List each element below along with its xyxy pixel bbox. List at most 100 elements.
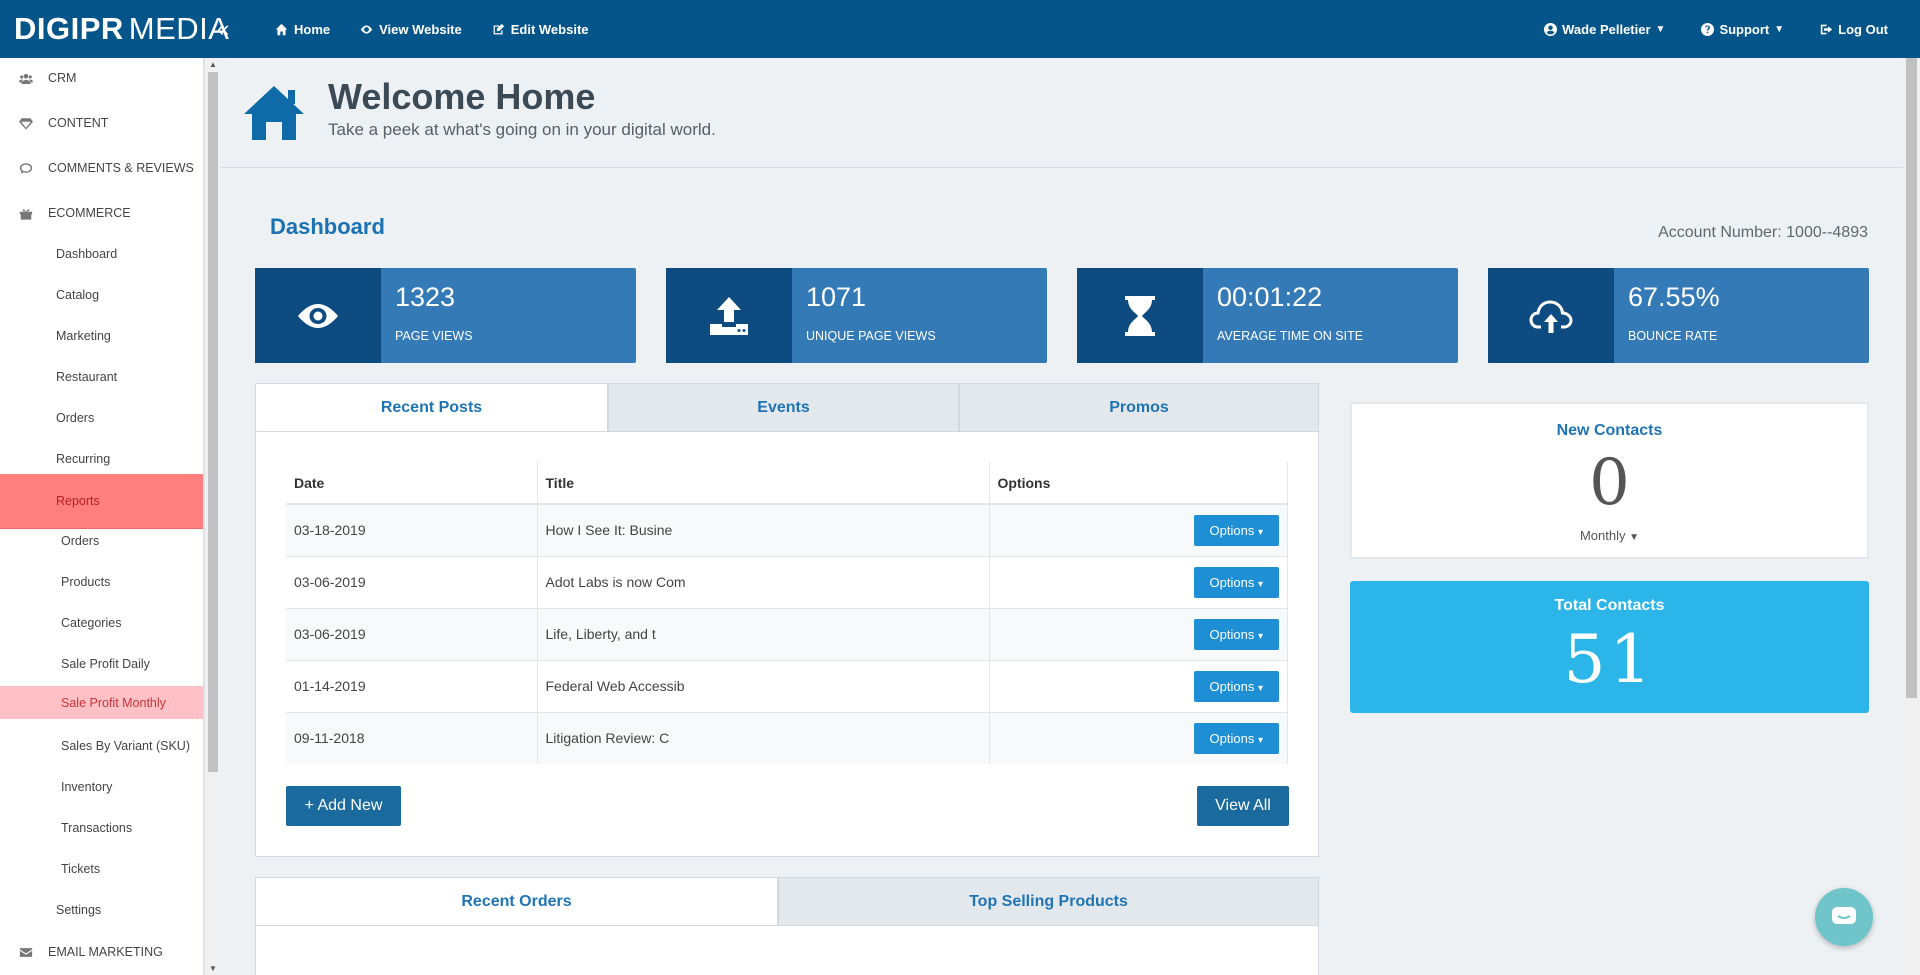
sidebar-item-restaurant[interactable]: Restaurant <box>0 357 203 397</box>
sidebar-item-content[interactable]: CONTENT <box>0 103 203 143</box>
options-label: Options <box>1209 522 1255 538</box>
sidebar-item-catalog[interactable]: Catalog <box>0 275 203 315</box>
sidebar-item-label: CRM <box>48 71 77 85</box>
sidebar-item-email-marketing[interactable]: EMAIL MARKETING <box>0 932 203 972</box>
add-new-button[interactable]: + Add New <box>286 786 401 826</box>
sidebar-item-inventory[interactable]: Inventory <box>0 767 203 807</box>
post-date: 01-14-2019 <box>286 659 538 712</box>
sidebar-item-label: Marketing <box>56 329 111 343</box>
brand-logo[interactable]: DIGIPR MEDIA <box>0 0 229 58</box>
sidebar-item-label: EMAIL MARKETING <box>48 945 163 959</box>
sidebar-item-categories[interactable]: Categories <box>0 603 203 643</box>
sidebar-item-comments-reviews[interactable]: COMMENTS & REVIEWS <box>0 148 203 188</box>
chevron-down-icon: ▼ <box>1774 23 1785 35</box>
nav-home[interactable]: Home <box>275 22 330 37</box>
sidebar-item-sales-by-variant[interactable]: Sales By Variant (SKU) <box>0 726 203 766</box>
sidebar-scroll-thumb[interactable] <box>208 72 218 772</box>
page-scrollbar[interactable] <box>1903 58 1920 975</box>
stat-card-page-views: 1323 PAGE VIEWS <box>255 268 636 363</box>
tab-top-selling-products[interactable]: Top Selling Products <box>778 877 1319 926</box>
sidebar-item-sale-profit-daily[interactable]: Sale Profit Daily <box>0 644 203 684</box>
chat-widget-button[interactable] <box>1815 888 1873 946</box>
total-contacts-count: 51 <box>1563 621 1656 698</box>
tab-promos[interactable]: Promos <box>959 383 1319 432</box>
post-title[interactable]: Adot Labs is now Com <box>537 555 990 608</box>
page-header: Welcome Home Take a peek at what's going… <box>220 58 1903 168</box>
options-dropdown-button[interactable]: Options ▾ <box>1193 566 1279 598</box>
options-dropdown-button[interactable]: Options ▾ <box>1193 514 1279 546</box>
sidebar-item-label: Orders <box>56 411 95 425</box>
sidebar-item-settings[interactable]: Settings <box>0 890 203 930</box>
account-number: Account Number: 1000--4893 <box>1658 224 1868 241</box>
sidebar-item-label: Catalog <box>56 288 100 302</box>
post-title[interactable]: Litigation Review: C <box>537 711 990 764</box>
sidebar-item-crm[interactable]: CRM <box>0 58 203 98</box>
support-menu[interactable]: Support ▼ <box>1701 22 1784 37</box>
logout-button[interactable]: Log Out <box>1820 22 1888 37</box>
caret-down-icon: ▾ <box>1257 526 1263 538</box>
sidebar-item-marketing[interactable]: Marketing <box>0 316 203 356</box>
logout-icon <box>1820 24 1833 34</box>
scroll-up-arrow[interactable]: ▲ <box>209 60 217 69</box>
home-icon <box>275 23 288 35</box>
sidebar-item-transactions[interactable]: Transactions <box>0 808 203 848</box>
sidebar-item-label: Tickets <box>61 862 101 876</box>
sidebar-item-label: Settings <box>56 903 102 917</box>
options-dropdown-button[interactable]: Options ▾ <box>1193 722 1279 754</box>
new-contacts-count: 0 <box>1589 446 1630 520</box>
sidebar-item-label: Dashboard <box>56 247 118 261</box>
caret-down-icon: ▾ <box>1257 734 1263 746</box>
total-contacts-widget: Total Contacts 51 <box>1350 581 1869 713</box>
stat-card-average-time: 00:01:22 AVERAGE TIME ON SITE <box>1077 268 1458 363</box>
recent-orders-panel <box>255 925 1319 975</box>
options-label: Options <box>1209 678 1255 694</box>
recent-posts-panel: Date Title Options 03-18-2019 How I See … <box>255 431 1319 857</box>
caret-down-icon: ▾ <box>1257 578 1263 590</box>
post-title[interactable]: Life, Liberty, and t <box>537 607 990 660</box>
sidebar-item-label: Sale Profit Monthly <box>61 695 166 710</box>
period-select[interactable]: Monthly ▼ <box>1352 528 1867 543</box>
post-date: 03-06-2019 <box>286 607 538 660</box>
user-menu[interactable]: Wade Pelletier ▼ <box>1544 22 1665 37</box>
sidebar-item-label: Recurring <box>56 452 111 466</box>
sidebar-item-orders[interactable]: Orders <box>0 398 203 438</box>
options-dropdown-button[interactable]: Options ▾ <box>1193 670 1279 702</box>
column-header-title: Title <box>537 462 990 505</box>
sidebar-item-sale-profit-monthly[interactable]: Sale Profit Monthly <box>0 686 203 719</box>
sidebar-item-tickets[interactable]: Tickets <box>0 849 203 889</box>
top-right-menu: Wade Pelletier ▼ Support ▼ Log Out <box>1544 0 1888 58</box>
collapse-sidebar-button[interactable]: « <box>217 16 247 42</box>
stat-label: PAGE VIEWS <box>395 329 473 343</box>
sidebar-item-dashboard[interactable]: Dashboard <box>0 234 203 274</box>
sidebar-item-label: Reports <box>56 494 100 508</box>
tab-recent-orders[interactable]: Recent Orders <box>255 877 778 926</box>
stat-value: 1071 <box>806 282 867 312</box>
sidebar-item-products[interactable]: Products <box>0 562 203 602</box>
dashboard-title: Dashboard <box>270 214 385 239</box>
stat-value: 67.55% <box>1628 282 1720 312</box>
sidebar-item-recurring[interactable]: Recurring <box>0 439 203 479</box>
options-label: Options <box>1209 574 1255 590</box>
sidebar-item-ecommerce[interactable]: ECOMMERCE <box>0 193 203 233</box>
view-all-button[interactable]: View All <box>1197 786 1289 826</box>
stat-card-bounce-rate: 67.55% BOUNCE RATE <box>1488 268 1869 363</box>
chevron-down-icon: ▼ <box>1655 23 1666 35</box>
caret-down-icon: ▾ <box>1257 630 1263 642</box>
sidebar-item-label: Restaurant <box>56 370 118 384</box>
user-circle-icon <box>1544 22 1558 36</box>
post-title[interactable]: How I See It: Busine <box>537 503 990 556</box>
page-scroll-thumb[interactable] <box>1906 58 1917 698</box>
nav-view-website[interactable]: View Website <box>360 22 462 37</box>
sidebar-item-label: ECOMMERCE <box>48 206 131 220</box>
scroll-down-arrow[interactable]: ▼ <box>209 964 217 973</box>
sidebar-scrollbar[interactable]: ▲ ▼ <box>204 58 220 975</box>
sidebar-item-label: COMMENTS & REVIEWS <box>48 161 194 175</box>
tab-recent-posts[interactable]: Recent Posts <box>255 383 608 432</box>
tab-events[interactable]: Events <box>608 383 959 432</box>
nav-edit-website[interactable]: Edit Website <box>492 22 589 37</box>
post-options-cell: Options ▾ <box>989 659 1288 712</box>
sidebar-item-reports-orders[interactable]: Orders <box>0 521 203 561</box>
options-dropdown-button[interactable]: Options ▾ <box>1193 618 1279 650</box>
column-header-options: Options <box>989 462 1288 505</box>
post-title[interactable]: Federal Web Accessib <box>537 659 990 712</box>
